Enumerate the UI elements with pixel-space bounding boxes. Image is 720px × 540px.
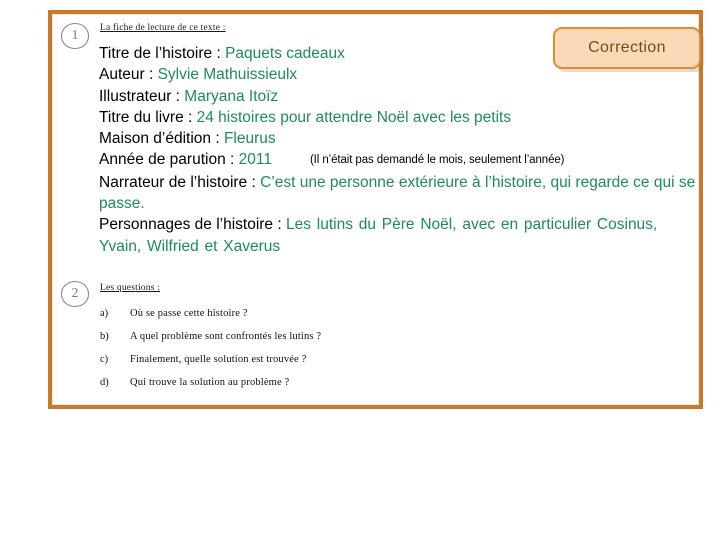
step-number-2: 2: [60, 280, 90, 308]
field-row-characters: Personnages de l’histoire : Les lutins d…: [99, 214, 699, 257]
field-label-characters: Personnages de l’histoire :: [99, 216, 286, 234]
field-label-year: Année de parution :: [99, 151, 239, 169]
questions-list: a) Où se passe cette histoire ? b) A que…: [100, 308, 520, 400]
questions-heading: Les questions :: [100, 283, 160, 293]
field-value-publisher: Fleurus: [223, 130, 276, 148]
field-row-year: Année de parution : 2011 (Il n’était pas …: [99, 149, 699, 171]
field-row-author: Auteur : Sylvie Mathuissieulx: [99, 64, 699, 85]
field-label-author: Auteur :: [99, 66, 158, 84]
question-text-c: Finalement, quelle solution est trouvée …: [130, 354, 307, 365]
worksheet-frame: 1 2 La fiche de lecture de ce texte : Co…: [48, 10, 703, 409]
field-row-book-title: Titre du livre : 24 histoires pour atten…: [99, 107, 699, 128]
field-label-narrator: Narrateur de l’histoire :: [99, 173, 261, 191]
field-label-illustrator: Illustrateur :: [99, 87, 185, 105]
field-value-book-title: 24 histoires pour attendre Noël avec les…: [196, 108, 512, 126]
field-value-title: Paquets cadeaux: [225, 45, 345, 62]
field-value-year: 2011: [238, 151, 272, 169]
field-row-publisher: Maison d’édition : Fleurus: [99, 128, 699, 149]
question-text-b: A quel problème sont confrontés les luti…: [130, 331, 322, 342]
question-text-d: Qui trouve la solution au problème ?: [130, 377, 290, 388]
field-label-book-title: Titre du livre :: [99, 108, 197, 126]
question-text-a: Où se passe cette histoire ?: [130, 308, 248, 319]
question-marker-c: c): [100, 354, 109, 365]
field-label-title: Titre de l’histoire :: [99, 45, 226, 62]
step-number-1-label: 1: [71, 28, 79, 43]
step-number-1: 1: [60, 22, 90, 50]
field-row-illustrator: Illustrateur : Maryana Itoïz: [99, 86, 699, 107]
step-number-2-label: 2: [71, 286, 79, 301]
reading-sheet-fields: Titre de l’histoire : Paquets cadeaux Au…: [99, 43, 699, 257]
question-item-a: a) Où se passe cette histoire ?: [100, 308, 520, 331]
field-value-author: Sylvie Mathuissieulx: [157, 66, 298, 84]
field-value-illustrator: Maryana Itoïz: [184, 87, 279, 105]
field-label-publisher: Maison d’édition :: [99, 130, 224, 148]
question-item-d: d) Qui trouve la solution au problème ?: [100, 377, 520, 400]
reading-sheet-heading: La fiche de lecture de ce texte :: [100, 23, 226, 33]
question-item-c: c) Finalement, quelle solution est trouv…: [100, 354, 520, 377]
question-marker-b: b): [100, 331, 109, 342]
field-row-narrator: Narrateur de l’histoire : C’est une pers…: [99, 172, 699, 215]
question-item-b: b) A quel problème sont confrontés les l…: [100, 331, 520, 354]
question-marker-a: a): [100, 308, 109, 319]
field-row-title: Titre de l’histoire : Paquets cadeaux: [99, 43, 699, 64]
field-note-year: (Il n’était pas demandé le mois, seuleme…: [309, 154, 565, 167]
question-marker-d: d): [100, 377, 109, 388]
